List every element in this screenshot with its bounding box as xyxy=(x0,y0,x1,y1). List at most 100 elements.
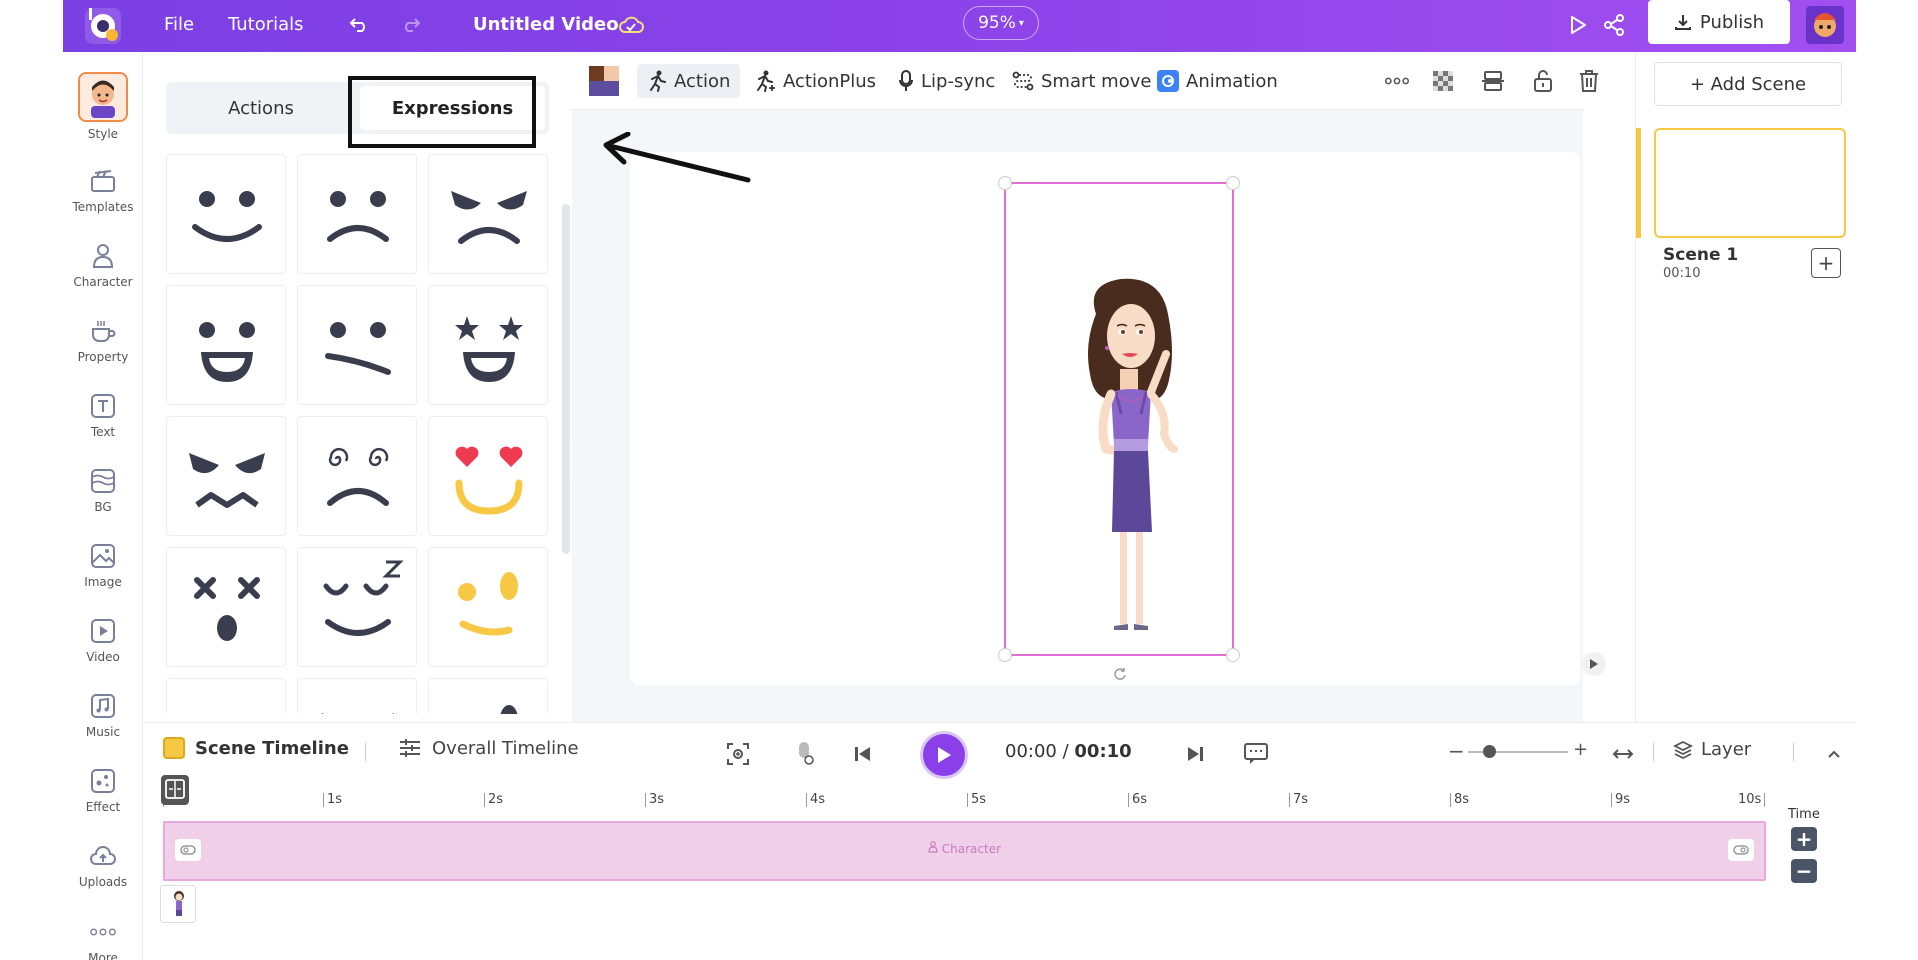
character-icon xyxy=(89,242,117,270)
overall-timeline-tab[interactable]: Overall Timeline xyxy=(398,737,579,759)
zoom-in-icon[interactable]: + xyxy=(1573,739,1588,760)
sidebar-item-video[interactable]: Video xyxy=(63,617,143,664)
expression-furious[interactable] xyxy=(166,416,286,536)
ruler-tick: 4s xyxy=(806,793,825,807)
divider xyxy=(1793,743,1794,761)
sidebar-item-image[interactable]: Image xyxy=(63,542,143,589)
expression-sad[interactable] xyxy=(297,154,417,274)
furious-face-icon xyxy=(189,453,265,508)
sidebar-item-character[interactable]: Character xyxy=(63,242,143,289)
scenes-panel: + Add Scene Scene 1 00:10 + xyxy=(1635,52,1856,722)
character-selection-box[interactable] xyxy=(998,176,1606,676)
track-end-handle[interactable] xyxy=(1728,839,1754,861)
expression-wink[interactable] xyxy=(428,547,548,667)
character-play-button[interactable] xyxy=(1582,652,1606,676)
annoyed-face-icon xyxy=(322,713,394,714)
timeline-panel: Scene Timeline Overall Timeline 00:00 / … xyxy=(143,722,1856,960)
effect-icon xyxy=(89,767,117,795)
sidebar-item-bg[interactable]: BG xyxy=(63,467,143,514)
sidebar-item-text[interactable]: Text xyxy=(63,392,143,439)
meh-face-icon xyxy=(325,322,391,375)
expression-sleepy[interactable] xyxy=(297,547,417,667)
scene-name[interactable]: Scene 1 xyxy=(1663,245,1738,265)
undo-icon[interactable] xyxy=(346,12,372,38)
resize-handle[interactable] xyxy=(1226,176,1240,190)
redo-icon[interactable] xyxy=(398,12,424,38)
add-after-scene-button[interactable]: + xyxy=(1811,248,1841,278)
sidebar-item-effect[interactable]: Effect xyxy=(63,767,143,814)
animation-icon xyxy=(1157,70,1179,92)
chevron-up-icon[interactable] xyxy=(1819,739,1849,769)
sidebar-item-more[interactable]: More xyxy=(63,918,143,960)
scene-thumbnail[interactable] xyxy=(1654,128,1846,238)
transparency-icon[interactable] xyxy=(1430,68,1456,94)
sidebar-label: Uploads xyxy=(78,875,128,889)
sidebar-item-uploads[interactable]: Uploads xyxy=(63,842,143,889)
lip-sync-button[interactable]: Lip-sync xyxy=(898,64,995,98)
file-menu[interactable]: File xyxy=(164,14,194,35)
smart-move-button[interactable]: Smart move xyxy=(1012,64,1151,98)
track-character-thumbnail[interactable] xyxy=(160,885,196,923)
rotate-handle[interactable] xyxy=(1110,664,1130,684)
project-title[interactable]: Untitled Video xyxy=(473,14,619,35)
color-swatch-icon[interactable] xyxy=(588,65,620,97)
scene-canvas[interactable] xyxy=(630,152,1606,685)
fit-width-icon[interactable] xyxy=(1608,739,1638,769)
zoom-out-icon[interactable]: − xyxy=(1448,739,1465,763)
sidebar-item-style[interactable]: Style xyxy=(63,72,143,141)
publish-button[interactable]: Publish xyxy=(1648,0,1790,44)
skip-back-icon[interactable] xyxy=(848,739,878,769)
voice-record-icon[interactable] xyxy=(789,739,819,769)
more-options-icon[interactable] xyxy=(1384,68,1410,94)
preview-play-icon[interactable] xyxy=(1565,12,1591,38)
sidebar-item-property[interactable]: Property xyxy=(63,317,143,364)
layer-button[interactable]: Layer xyxy=(1673,739,1751,760)
fit-screen-icon[interactable] xyxy=(723,739,753,769)
unlock-icon[interactable] xyxy=(1530,68,1556,94)
skip-forward-icon[interactable] xyxy=(1180,739,1210,769)
tutorials-menu[interactable]: Tutorials xyxy=(228,14,304,35)
expression-meh[interactable] xyxy=(297,285,417,405)
share-icon[interactable] xyxy=(1601,12,1627,38)
expression-laugh[interactable] xyxy=(166,285,286,405)
tab-actions[interactable]: Actions xyxy=(166,82,356,134)
action-button[interactable]: Action xyxy=(637,64,741,98)
female-character[interactable] xyxy=(1076,274,1186,644)
resize-handle[interactable] xyxy=(1226,648,1240,662)
sidebar-item-templates[interactable]: Templates xyxy=(63,167,143,214)
timeline-play-button[interactable] xyxy=(920,731,968,779)
subtitle-icon[interactable] xyxy=(1241,739,1271,769)
expression-neutral[interactable] xyxy=(166,678,286,714)
time-decrease-button[interactable]: − xyxy=(1791,859,1817,883)
active-scene-indicator xyxy=(1636,128,1641,238)
resize-handle[interactable] xyxy=(998,176,1012,190)
ruler-tick: 10s xyxy=(1738,793,1766,807)
expression-angry[interactable] xyxy=(428,154,548,274)
playhead[interactable] xyxy=(161,775,189,805)
panel-scrollbar[interactable] xyxy=(562,204,570,554)
expression-happy[interactable] xyxy=(166,154,286,274)
character-track[interactable]: Character xyxy=(163,821,1766,881)
timeline-ruler[interactable]: 0s 1s 2s 3s 4s 5s 6s 7s 8s 9s 10s xyxy=(163,793,1777,815)
expression-shocked[interactable] xyxy=(166,547,286,667)
timeline-zoom-knob[interactable] xyxy=(1483,745,1496,758)
resize-handle[interactable] xyxy=(998,648,1012,662)
expression-star-eyes[interactable] xyxy=(428,285,548,405)
time-increase-button[interactable]: + xyxy=(1791,827,1817,851)
expression-love[interactable] xyxy=(428,416,548,536)
trash-icon[interactable] xyxy=(1576,68,1602,94)
add-scene-button[interactable]: + Add Scene xyxy=(1654,62,1842,106)
actionplus-button[interactable]: ActionPlus xyxy=(754,64,876,98)
expression-dizzy[interactable] xyxy=(297,416,417,536)
divider xyxy=(1653,743,1654,761)
zoom-select[interactable]: 95% ▾ xyxy=(963,6,1039,40)
expression-surprised-wink[interactable] xyxy=(428,678,548,714)
scene-timeline-tab[interactable]: Scene Timeline xyxy=(163,737,349,759)
expression-annoyed[interactable] xyxy=(297,678,417,714)
animation-button[interactable]: Animation xyxy=(1157,64,1278,98)
image-icon xyxy=(89,542,117,570)
align-icon[interactable] xyxy=(1480,68,1506,94)
animaker-logo-icon[interactable] xyxy=(81,4,125,48)
sidebar-item-music[interactable]: Music xyxy=(63,692,143,739)
user-avatar[interactable] xyxy=(1806,6,1844,44)
